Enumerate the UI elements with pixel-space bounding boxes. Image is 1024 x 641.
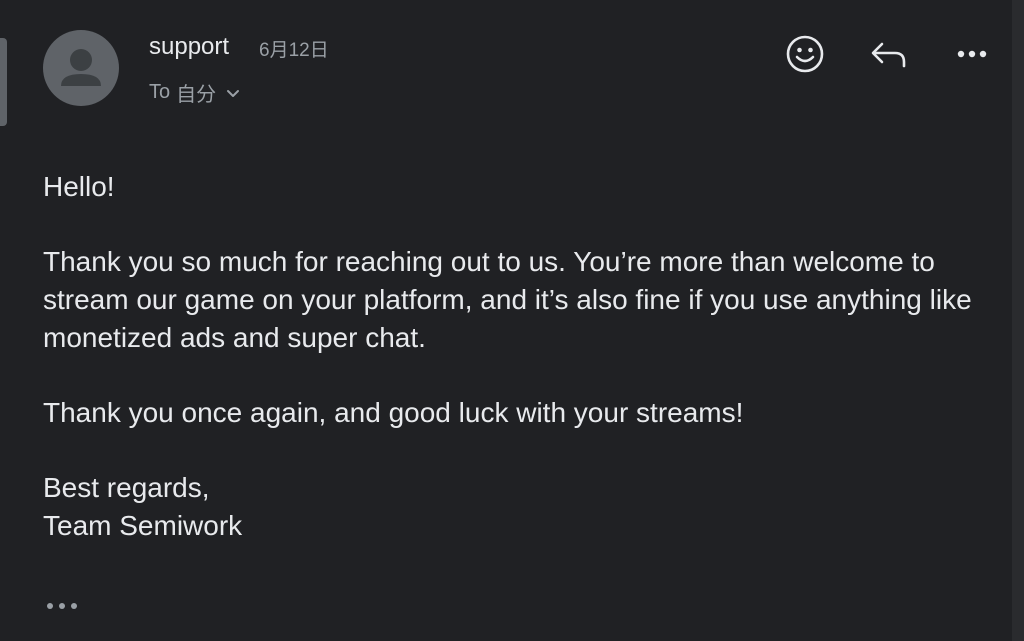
show-trimmed-content-button[interactable] (42, 592, 82, 620)
recipient-details-toggle[interactable]: To 自分 (149, 78, 240, 107)
person-icon (61, 49, 101, 86)
sent-date: 6月12日 (259, 40, 329, 61)
message-body: Hello! Thank you so much for reaching ou… (43, 168, 993, 545)
recipient-name: 自分 (176, 84, 217, 106)
closing-text: Best regards, (43, 472, 210, 503)
more-options-button[interactable] (950, 32, 994, 76)
more-horizontal-icon (47, 603, 77, 609)
emoji-icon (786, 35, 824, 73)
body-paragraph-1: Thank you so much for reaching out to us… (43, 246, 972, 353)
sender-avatar[interactable] (43, 30, 119, 106)
right-edge-strip (1012, 0, 1024, 641)
scroll-indicator (0, 38, 7, 126)
signature-text: Team Semiwork (43, 510, 243, 541)
chevron-down-icon (226, 82, 240, 105)
sender-name[interactable]: support (149, 33, 229, 61)
greeting-text: Hello! (43, 171, 115, 202)
more-horizontal-icon (957, 50, 987, 58)
add-reaction-button[interactable] (783, 32, 827, 76)
body-paragraph-2: Thank you once again, and good luck with… (43, 397, 744, 428)
reply-button[interactable] (866, 32, 910, 76)
reply-icon (871, 42, 906, 68)
to-prefix: To (149, 81, 171, 103)
